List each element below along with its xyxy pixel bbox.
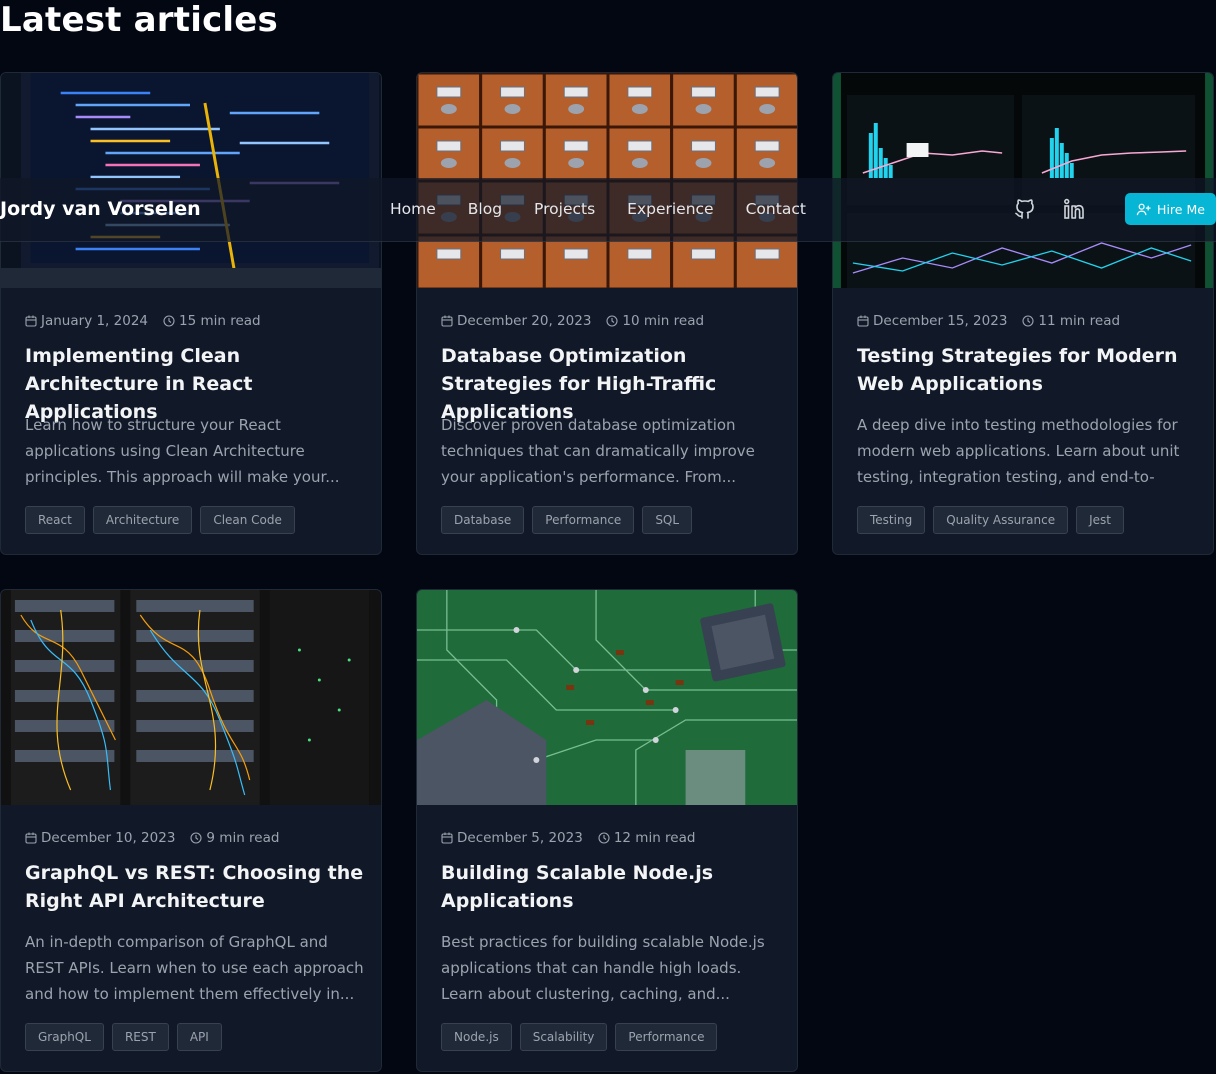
- nav-link-blog[interactable]: Blog: [468, 178, 502, 240]
- clock-icon: [606, 315, 618, 327]
- article-card[interactable]: December 20, 2023 10 min read Database O…: [416, 72, 798, 555]
- tag[interactable]: REST: [111, 1023, 169, 1051]
- server-rack-cables-image: [1, 590, 381, 805]
- clock-icon: [163, 315, 175, 327]
- tag[interactable]: Testing: [857, 506, 926, 534]
- article-meta: December 20, 2023 10 min read: [441, 313, 704, 329]
- tag[interactable]: Quality Assurance: [933, 506, 1069, 534]
- tag[interactable]: SQL: [642, 506, 693, 534]
- nav-link-projects[interactable]: Projects: [534, 178, 595, 240]
- nav-link-experience[interactable]: Experience: [627, 178, 713, 240]
- user-plus-icon: [1136, 203, 1151, 215]
- article-date: January 1, 2024: [41, 313, 148, 329]
- article-title[interactable]: Testing Strategies for Modern Web Applic…: [857, 342, 1197, 398]
- article-read-time: 11 min read: [1038, 313, 1121, 329]
- tag[interactable]: Performance: [532, 506, 635, 534]
- article-date: December 15, 2023: [873, 313, 1008, 329]
- article-tags: React Architecture Clean Code: [25, 506, 295, 534]
- article-excerpt: Learn how to structure your React applic…: [25, 416, 340, 486]
- brand-name[interactable]: Jordy van Vorselen: [0, 178, 201, 240]
- nav-links: Home Blog Projects Experience Contact: [390, 178, 806, 240]
- tag[interactable]: Database: [441, 506, 525, 534]
- calendar-icon: [441, 315, 453, 327]
- tag[interactable]: Jest: [1076, 506, 1124, 534]
- article-date: December 10, 2023: [41, 830, 176, 846]
- article-card[interactable]: January 1, 2024 15 min read Implementing…: [0, 72, 382, 555]
- site-navbar: Jordy van Vorselen Home Blog Projects Ex…: [0, 178, 1216, 242]
- article-card[interactable]: December 15, 2023 11 min read Testing St…: [832, 72, 1214, 555]
- article-title[interactable]: Building Scalable Node.js Applications: [441, 859, 781, 915]
- article-meta: December 15, 2023 11 min read: [857, 313, 1120, 329]
- tag[interactable]: API: [176, 1023, 222, 1051]
- article-read-time: 12 min read: [613, 830, 696, 846]
- tag[interactable]: Performance: [615, 1023, 718, 1051]
- article-excerpt: A deep dive into testing methodologies f…: [857, 416, 1180, 486]
- article-read-time: 15 min read: [179, 313, 261, 329]
- calendar-icon: [25, 832, 37, 844]
- article-tags: Database Performance SQL: [441, 506, 693, 534]
- clock-icon: [190, 832, 202, 844]
- article-excerpt: Discover proven database optimization te…: [441, 416, 755, 486]
- article-date: December 5, 2023: [457, 830, 583, 846]
- tag[interactable]: React: [25, 506, 85, 534]
- github-icon[interactable]: [1013, 197, 1037, 221]
- tag[interactable]: Scalability: [519, 1023, 608, 1051]
- article-tags: Testing Quality Assurance Jest: [857, 506, 1124, 534]
- calendar-icon: [25, 315, 37, 327]
- article-excerpt: Best practices for building scalable Nod…: [441, 933, 765, 1003]
- article-meta: December 5, 2023 12 min read: [441, 830, 695, 846]
- hire-me-label: Hire Me: [1157, 201, 1205, 217]
- article-tags: Node.js Scalability Performance: [441, 1023, 718, 1051]
- article-card[interactable]: December 5, 2023 12 min read Building Sc…: [416, 589, 798, 1072]
- clock-icon: [598, 832, 610, 844]
- article-read-time: 10 min read: [622, 313, 705, 329]
- circuit-board-image: [417, 590, 797, 805]
- article-date: December 20, 2023: [457, 313, 592, 329]
- nav-link-home[interactable]: Home: [390, 178, 436, 240]
- clock-icon: [1022, 315, 1034, 327]
- article-read-time: 9 min read: [206, 830, 280, 846]
- article-meta: January 1, 2024 15 min read: [25, 313, 261, 329]
- calendar-icon: [441, 832, 453, 844]
- article-excerpt: An in-depth comparison of GraphQL and RE…: [25, 933, 364, 1003]
- linkedin-icon[interactable]: [1062, 197, 1086, 221]
- article-card[interactable]: December 10, 2023 9 min read GraphQL vs …: [0, 589, 382, 1072]
- tag[interactable]: Clean Code: [200, 506, 295, 534]
- hire-me-button[interactable]: Hire Me: [1125, 193, 1216, 225]
- article-title[interactable]: GraphQL vs REST: Choosing the Right API …: [25, 859, 365, 915]
- nav-link-contact[interactable]: Contact: [746, 178, 806, 240]
- tag[interactable]: Node.js: [441, 1023, 512, 1051]
- article-tags: GraphQL REST API: [25, 1023, 222, 1051]
- calendar-icon: [857, 315, 869, 327]
- tag[interactable]: GraphQL: [25, 1023, 104, 1051]
- article-meta: December 10, 2023 9 min read: [25, 830, 279, 846]
- tag[interactable]: Architecture: [92, 506, 193, 534]
- page-heading: Latest articles: [0, 0, 278, 40]
